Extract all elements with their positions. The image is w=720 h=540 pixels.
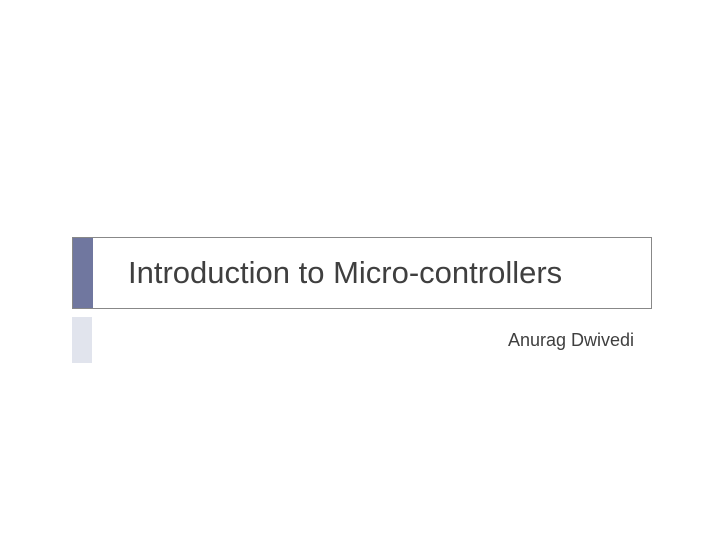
title-content: Introduction to Micro-controllers: [93, 238, 651, 308]
slide-title: Introduction to Micro-controllers: [128, 255, 562, 291]
author-block: Anurag Dwivedi: [72, 317, 652, 363]
author-accent-bar: [72, 317, 92, 363]
author-content: Anurag Dwivedi: [92, 317, 652, 363]
title-accent-bar: [73, 238, 93, 308]
slide-container: Introduction to Micro-controllers Anurag…: [0, 0, 720, 540]
slide-author: Anurag Dwivedi: [508, 330, 634, 351]
title-block: Introduction to Micro-controllers: [72, 237, 652, 309]
